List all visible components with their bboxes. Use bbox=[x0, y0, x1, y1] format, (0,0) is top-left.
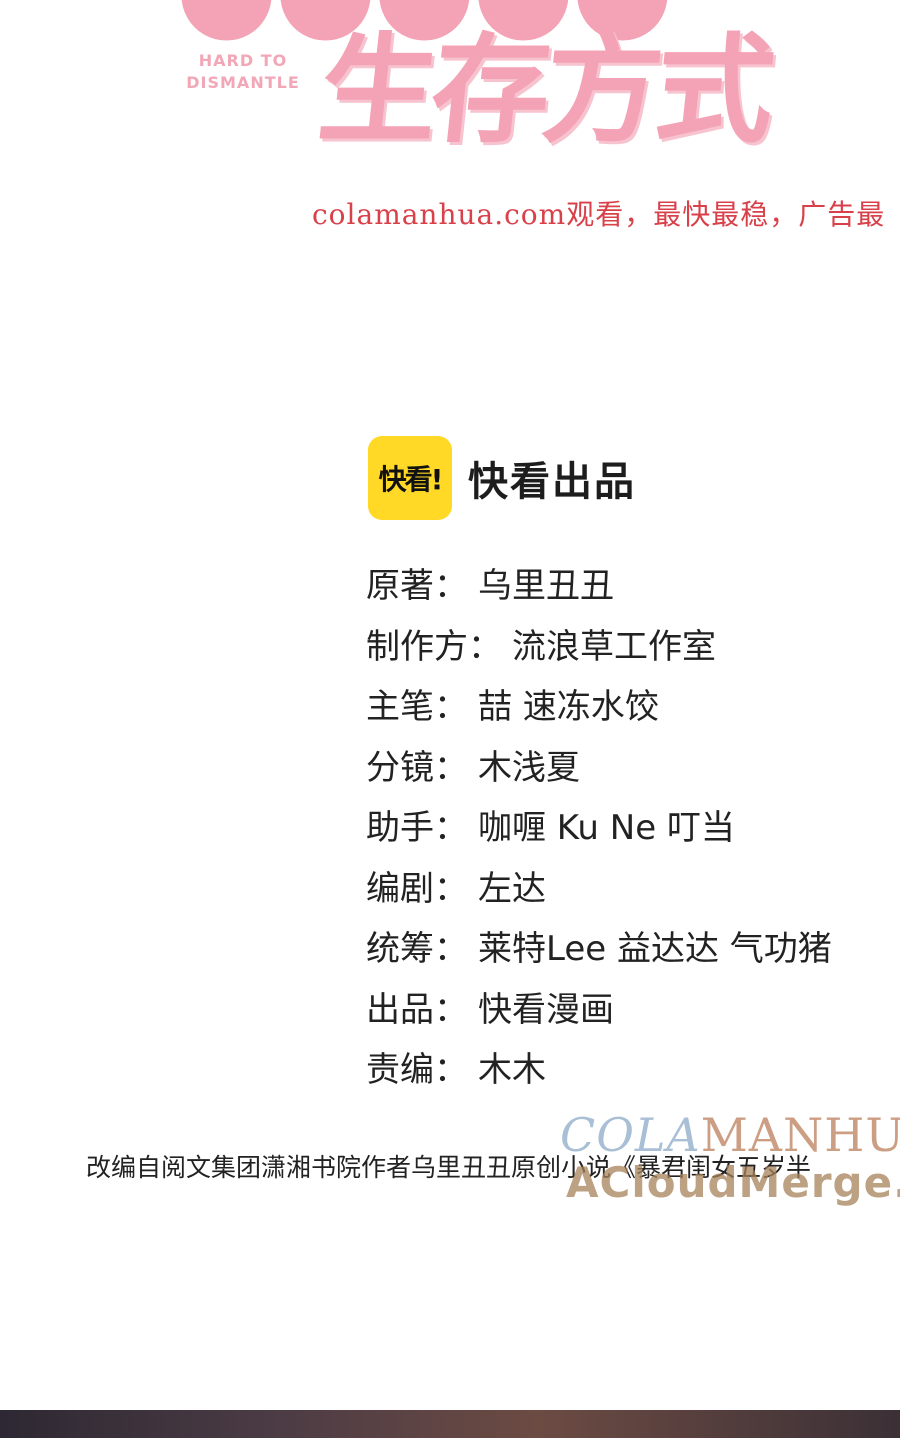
credit-row: 原著： 乌里丑丑 bbox=[366, 556, 832, 617]
credit-label: 出品 bbox=[366, 989, 434, 1030]
credit-value: 木木 bbox=[478, 1050, 546, 1090]
credit-row: 分镜： 木浅夏 bbox=[366, 738, 832, 799]
acloudmerge-watermark: ACloudMerge.c bbox=[566, 1158, 900, 1207]
publisher-brand: 快看! 快看出品 bbox=[368, 436, 636, 520]
credit-label: 编剧 bbox=[366, 868, 434, 909]
title-subtitle-en: HARD TO DISMANTLE bbox=[178, 50, 308, 94]
credit-row: 助手： 咖喱 Ku Ne 叮当 bbox=[366, 798, 832, 859]
credit-label: 制作方 bbox=[366, 626, 468, 667]
title-logo-text: 生存方式 bbox=[312, 21, 776, 159]
credit-value: 莱特Lee 益达达 气功猪 bbox=[478, 929, 832, 969]
title-subtitle-line2: DISMANTLE bbox=[186, 73, 300, 92]
credit-colon: ： bbox=[468, 626, 502, 667]
credit-colon: ： bbox=[434, 989, 468, 1030]
credit-colon: ： bbox=[434, 929, 468, 969]
watermark-part2: MANHUA bbox=[700, 1108, 900, 1162]
credit-label: 责编 bbox=[366, 1050, 434, 1090]
credit-value: 快看漫画 bbox=[478, 989, 614, 1030]
credit-colon: ： bbox=[434, 1050, 468, 1090]
credits-list: 原著： 乌里丑丑 制作方： 流浪草工作室 主笔：喆 速冻水饺 分镜： 木浅夏 助手：咖… bbox=[366, 556, 832, 1101]
credit-label: 主笔 bbox=[366, 687, 434, 727]
site-notice: colamanhua.com观看，最快最稳，广告最 bbox=[312, 198, 886, 231]
credit-value: 咖喱 Ku Ne 叮当 bbox=[478, 808, 735, 848]
credit-value: 木浅夏 bbox=[478, 747, 580, 788]
kuaikan-logo-icon: 快看! bbox=[368, 436, 452, 520]
credit-label: 统筹 bbox=[366, 929, 434, 969]
credit-value: 乌里丑丑 bbox=[478, 566, 614, 606]
credit-row: 出品： 快看漫画 bbox=[366, 980, 832, 1041]
credit-colon: ： bbox=[434, 808, 468, 848]
credit-label: 原著 bbox=[366, 566, 434, 606]
credit-colon: ： bbox=[434, 566, 468, 606]
credit-row: 统筹： 莱特Lee 益达达 气功猪 bbox=[366, 919, 832, 980]
credit-colon: ： bbox=[434, 687, 468, 727]
credit-row: 责编： 木木 bbox=[366, 1040, 832, 1101]
credit-value: 喆 速冻水饺 bbox=[478, 687, 659, 727]
next-panel-edge bbox=[0, 1410, 900, 1438]
credit-label: 助手 bbox=[366, 808, 434, 848]
credit-row: 主笔：喆 速冻水饺 bbox=[366, 677, 832, 738]
credit-value: 左达 bbox=[478, 868, 546, 909]
credit-colon: ： bbox=[434, 747, 468, 788]
colamanhua-watermark: COLAMANHUA bbox=[560, 1108, 900, 1162]
publisher-text: 快看出品 bbox=[468, 459, 636, 505]
watermark-part1: COLA bbox=[560, 1108, 701, 1162]
credit-colon: ： bbox=[434, 868, 468, 909]
credit-value: 流浪草工作室 bbox=[512, 626, 716, 667]
credit-row: 制作方： 流浪草工作室 bbox=[366, 617, 832, 678]
credit-label: 分镜 bbox=[366, 747, 434, 788]
title-subtitle-line1: HARD TO bbox=[198, 51, 288, 70]
credit-row: 编剧： 左达 bbox=[366, 859, 832, 920]
